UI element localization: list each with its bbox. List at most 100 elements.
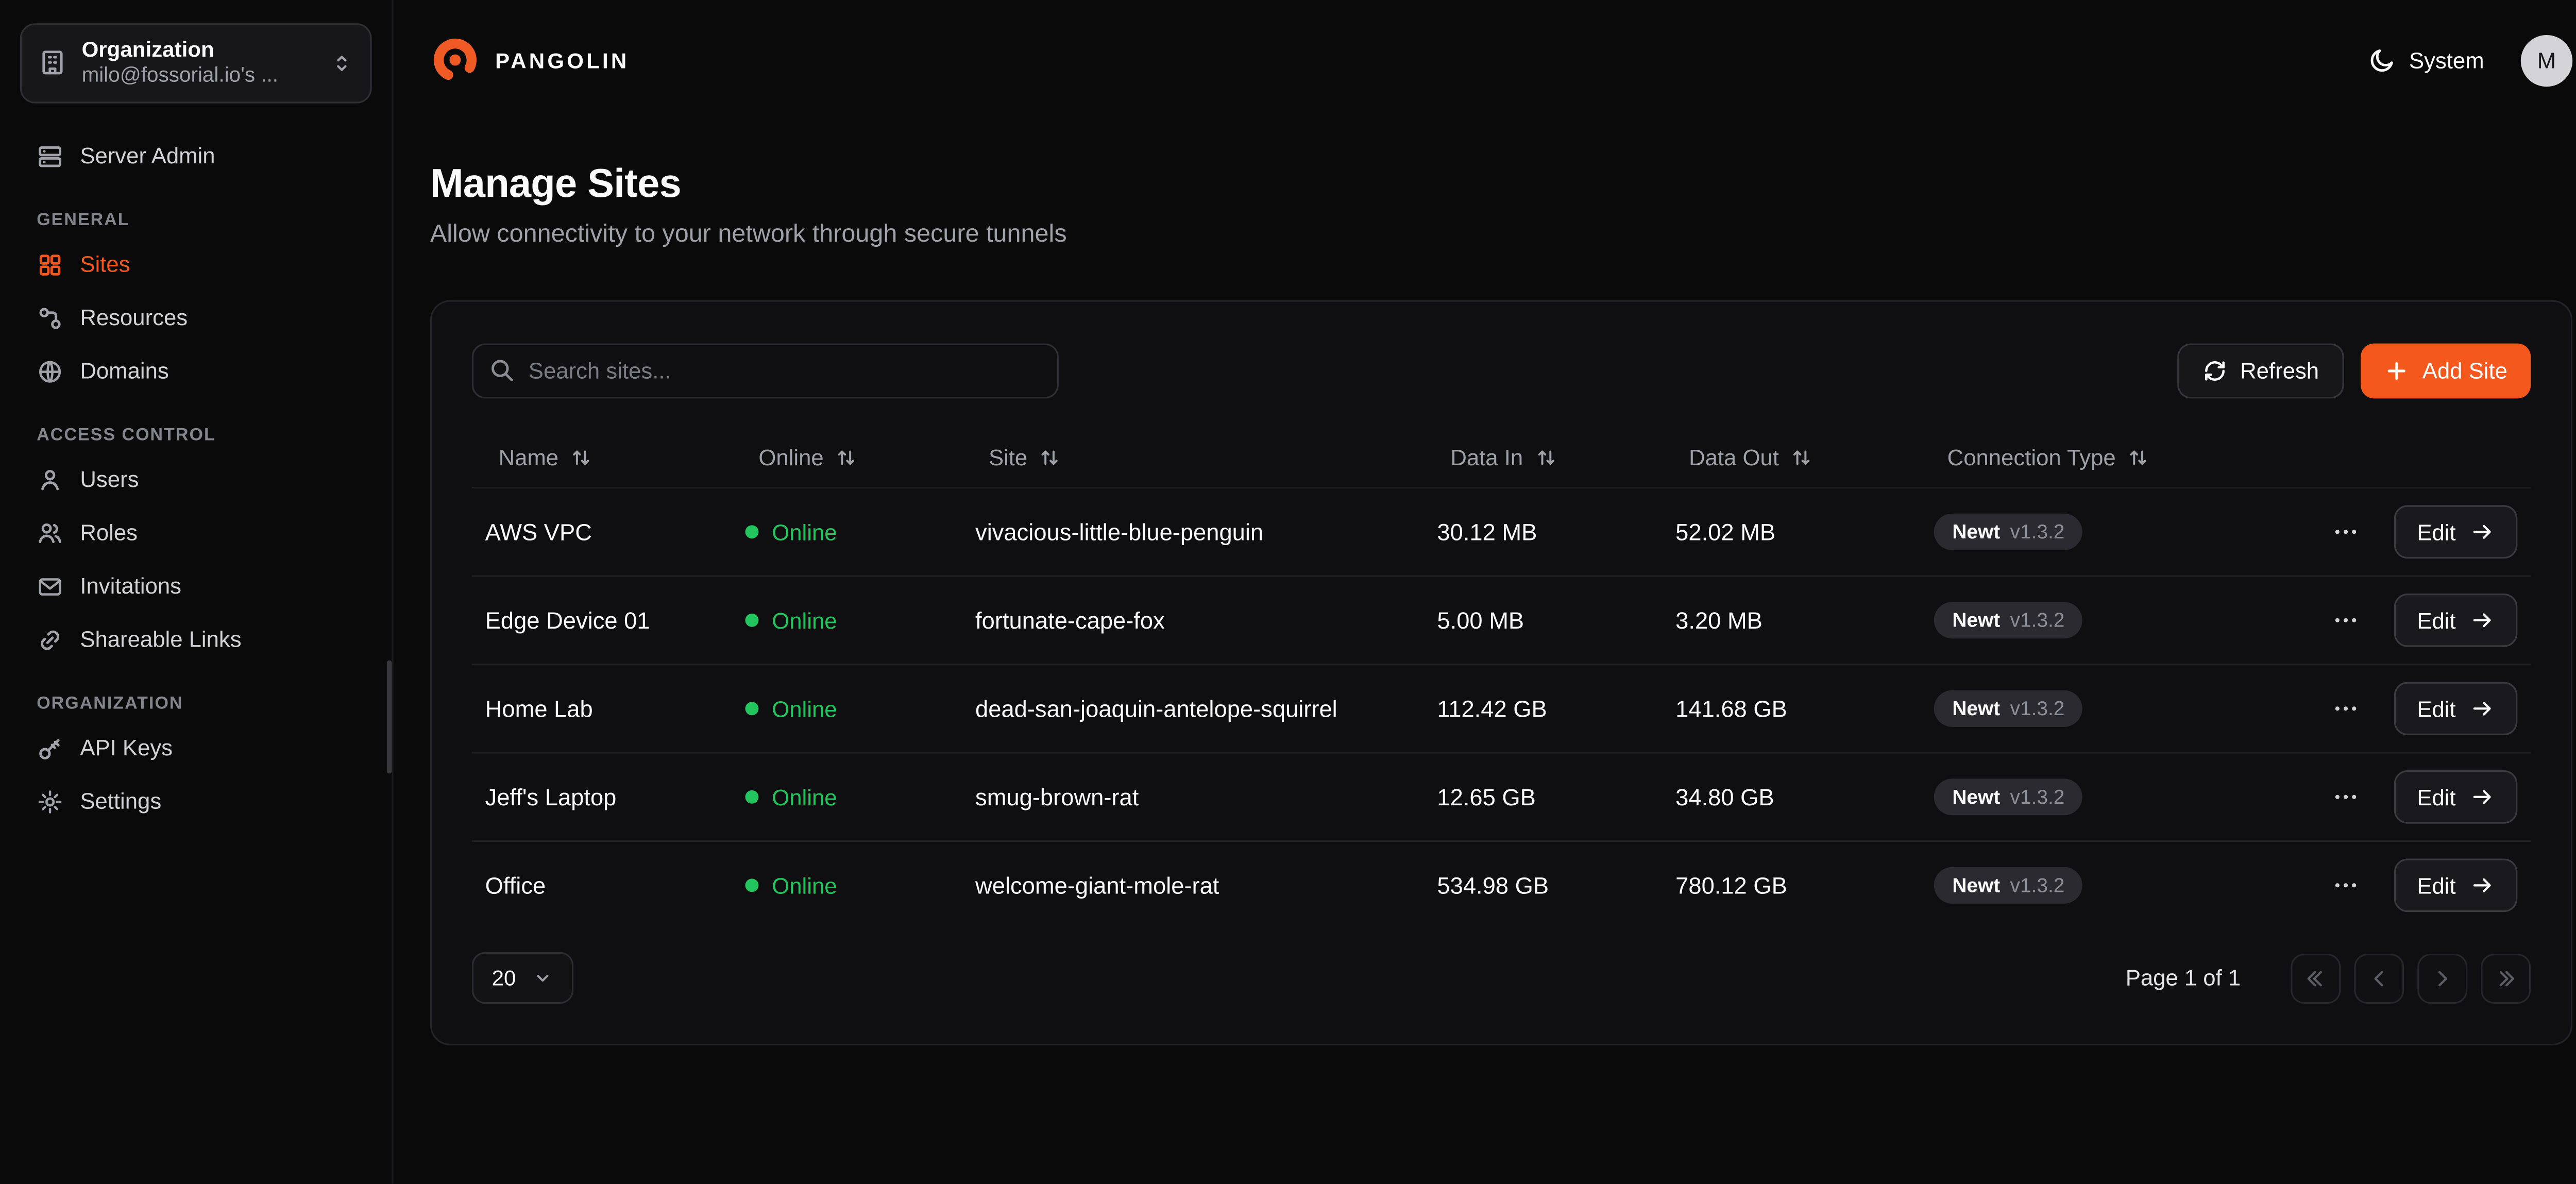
organization-value: milo@fossorial.io's ... — [82, 64, 315, 90]
add-site-label: Add Site — [2422, 359, 2507, 384]
app-window: Organization milo@fossorial.io's ... Ser… — [0, 0, 2576, 1184]
column-label: Name — [499, 444, 559, 469]
pagination-prev-button[interactable] — [2354, 953, 2404, 1003]
row-menu-button[interactable] — [2325, 865, 2365, 905]
sidebar-item-api-keys[interactable]: API Keys — [20, 722, 372, 775]
sort-button-name[interactable]: Name — [485, 434, 605, 479]
section-label-organization: ORGANIZATION — [37, 694, 355, 714]
column-label: Connection Type — [1947, 444, 2116, 469]
search-input[interactable] — [472, 344, 1059, 399]
data-out-cell: 3.20 MB — [1662, 607, 1921, 634]
sites-table: Name Online Site — [472, 427, 2531, 928]
topbar: PANGOLIN System M — [394, 0, 2576, 120]
sort-button-data-out[interactable]: Data Out — [1675, 434, 1825, 479]
page-size-select[interactable]: 20 — [472, 952, 574, 1004]
theme-toggle[interactable]: System — [2369, 47, 2484, 74]
sidebar-item-server-admin[interactable]: Server Admin — [20, 130, 372, 183]
search-wrap — [472, 344, 1059, 399]
sidebar-item-label: Shareable Links — [80, 628, 241, 653]
online-dot — [745, 878, 758, 892]
online-label: Online — [772, 519, 837, 545]
row-actions-cell: Edit — [2254, 682, 2531, 736]
edit-label: Edit — [2417, 608, 2455, 633]
refresh-icon — [2202, 359, 2227, 384]
site-id-cell: smug-brown-rat — [962, 784, 1423, 810]
pagination-first-button[interactable] — [2291, 953, 2341, 1003]
connection-type-cell: Newt v1.3.2 — [1921, 602, 2254, 638]
connection-type-badge: Newt v1.3.2 — [1934, 690, 2083, 727]
edit-button[interactable]: Edit — [2394, 505, 2517, 559]
column-header-connection-type: Connection Type — [1921, 434, 2254, 479]
globe-icon — [37, 358, 63, 385]
section-label-general: GENERAL — [37, 210, 355, 230]
sidebar-item-users[interactable]: Users — [20, 453, 372, 507]
sidebar-scrollbar[interactable] — [387, 660, 392, 773]
arrow-right-icon — [2471, 608, 2494, 632]
pagination-next-button[interactable] — [2417, 953, 2467, 1003]
data-in-cell: 12.65 GB — [1424, 784, 1663, 810]
data-in-cell: 30.12 MB — [1424, 518, 1663, 545]
sidebar-item-roles[interactable]: Roles — [20, 506, 372, 560]
organization-selector[interactable]: Organization milo@fossorial.io's ... — [20, 23, 372, 103]
row-menu-button[interactable] — [2325, 600, 2365, 640]
sort-icon — [2127, 446, 2149, 468]
client-name: Newt — [1952, 874, 2000, 897]
refresh-button[interactable]: Refresh — [2177, 344, 2344, 399]
brand[interactable]: PANGOLIN — [430, 35, 630, 85]
site-id-cell: welcome-giant-mole-rat — [962, 872, 1423, 899]
pagination-last-button[interactable] — [2481, 953, 2531, 1003]
row-menu-button[interactable] — [2325, 512, 2365, 552]
avatar-initial: M — [2537, 47, 2556, 73]
table-row: Edge Device 01 Online fortunate-cape-fox… — [472, 575, 2531, 664]
sort-button-site[interactable]: Site — [975, 434, 1074, 479]
sidebar-nav: Server Admin GENERAL Sites Resources Do — [20, 130, 372, 828]
connection-type-badge: Newt v1.3.2 — [1934, 514, 2083, 550]
building-icon — [38, 49, 66, 77]
sidebar-item-label: Invitations — [80, 574, 181, 599]
row-actions-cell: Edit — [2254, 594, 2531, 647]
edit-button[interactable]: Edit — [2394, 859, 2517, 912]
section-label-access-control: ACCESS CONTROL — [37, 425, 355, 445]
client-name: Newt — [1952, 520, 2000, 544]
moon-icon — [2369, 47, 2396, 74]
sidebar-item-label: API Keys — [80, 736, 173, 761]
sidebar-item-sites[interactable]: Sites — [20, 238, 372, 292]
sort-button-data-in[interactable]: Data In — [1437, 434, 1569, 479]
edit-button[interactable]: Edit — [2394, 682, 2517, 736]
add-site-button[interactable]: Add Site — [2361, 344, 2531, 399]
online-dot — [745, 790, 758, 804]
sidebar-item-shareable-links[interactable]: Shareable Links — [20, 613, 372, 667]
column-header-data-out: Data Out — [1662, 434, 1921, 479]
client-version: v1.3.2 — [2010, 697, 2065, 720]
online-dot — [745, 525, 758, 538]
row-actions-cell: Edit — [2254, 859, 2531, 912]
client-name: Newt — [1952, 785, 2000, 808]
sidebar-item-settings[interactable]: Settings — [20, 775, 372, 828]
mail-icon — [37, 573, 63, 600]
table-row: Office Online welcome-giant-mole-rat 534… — [472, 840, 2531, 929]
row-menu-button[interactable] — [2325, 777, 2365, 817]
sidebar-item-domains[interactable]: Domains — [20, 345, 372, 398]
avatar[interactable]: M — [2521, 34, 2572, 86]
refresh-label: Refresh — [2240, 359, 2319, 384]
key-icon — [37, 735, 63, 762]
site-name-cell: Home Lab — [472, 695, 732, 722]
sidebar-item-invitations[interactable]: Invitations — [20, 560, 372, 614]
data-out-cell: 52.02 MB — [1662, 518, 1921, 545]
online-label: Online — [772, 873, 837, 898]
edit-button[interactable]: Edit — [2394, 770, 2517, 824]
pagination: Page 1 of 1 — [2126, 953, 2531, 1003]
chevron-right-icon — [2431, 966, 2454, 989]
client-version: v1.3.2 — [2010, 520, 2065, 544]
row-menu-button[interactable] — [2325, 688, 2365, 729]
data-out-cell: 141.68 GB — [1662, 695, 1921, 722]
site-name-cell: Edge Device 01 — [472, 607, 732, 634]
main-area: PANGOLIN System M Manage Sites Allow con… — [394, 0, 2576, 1184]
table-footer: 20 Page 1 of 1 — [472, 952, 2531, 1004]
sort-button-connection-type[interactable]: Connection Type — [1934, 434, 2163, 479]
edit-button[interactable]: Edit — [2394, 594, 2517, 647]
connection-type-badge: Newt v1.3.2 — [1934, 779, 2083, 815]
sort-button-online[interactable]: Online — [745, 434, 870, 479]
sidebar-item-resources[interactable]: Resources — [20, 292, 372, 345]
data-in-cell: 5.00 MB — [1424, 607, 1663, 634]
